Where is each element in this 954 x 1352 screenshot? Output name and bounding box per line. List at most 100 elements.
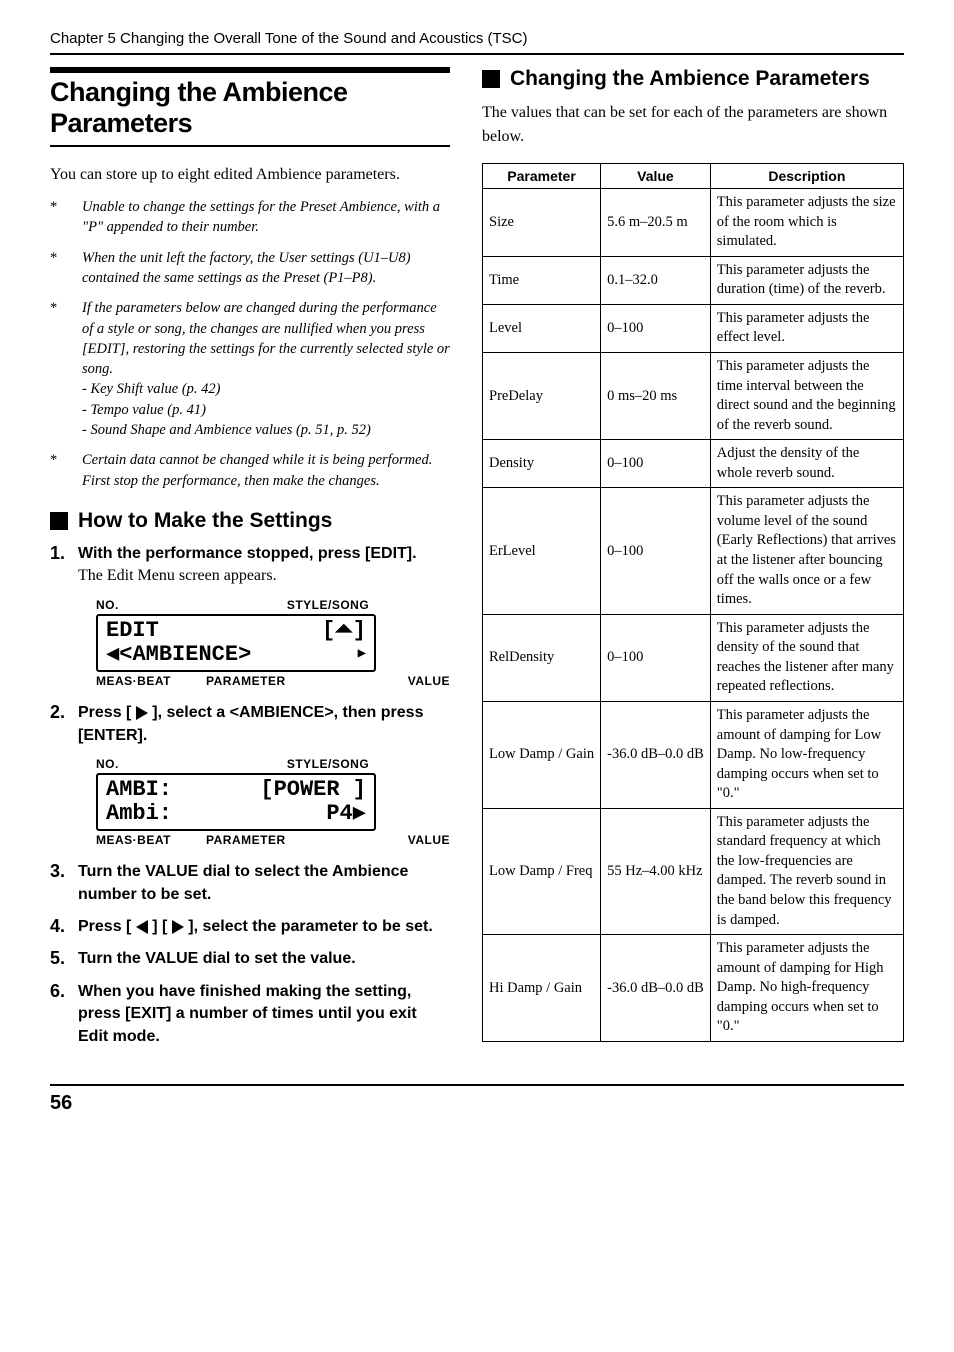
chapter-header: Chapter 5 Changing the Overall Tone of t… <box>50 30 904 47</box>
note-item: If the parameters below are changed duri… <box>50 298 450 440</box>
cell-value: 0–100 <box>601 440 711 488</box>
cell-desc: This parameter adjusts the size of the r… <box>710 189 903 257</box>
note-text: Unable to change the settings for the Pr… <box>82 199 440 235</box>
table-row: Low Damp / Gain -36.0 dB–0.0 dB This par… <box>483 701 904 808</box>
triangle-left-icon <box>136 920 148 934</box>
cell-param: Hi Damp / Gain <box>483 935 601 1042</box>
parameter-table: Parameter Value Description Size 5.6 m–2… <box>482 163 904 1042</box>
cell-desc: This parameter adjusts the density of th… <box>710 614 903 701</box>
right-heading: Changing the Ambience Parameters <box>482 67 904 91</box>
note-text: If the parameters below are changed duri… <box>82 300 450 377</box>
lcd-label-measbeat: MEAS·BEAT <box>96 833 206 847</box>
step-bold-post: ], select the parameter to be set. <box>184 918 433 935</box>
howto-heading: How to Make the Settings <box>50 509 450 533</box>
th-value: Value <box>601 164 711 189</box>
page-number: 56 <box>50 1092 72 1114</box>
right-column: Changing the Ambience Parameters The val… <box>482 67 904 1058</box>
cell-param: Level <box>483 304 601 352</box>
table-row: RelDensity 0–100 This parameter adjusts … <box>483 614 904 701</box>
cell-desc: This parameter adjusts the duration (tim… <box>710 256 903 304</box>
lcd-line2-right: P4▶ <box>326 802 366 826</box>
lcd-screen: AMBI: [POWER ] Ambi: P4▶ <box>96 773 376 831</box>
step-2: 2. Press [ ], select a <AMBIENCE>, then … <box>50 702 450 747</box>
note-item: Certain data cannot be changed while it … <box>50 450 450 491</box>
cell-param: Low Damp / Gain <box>483 701 601 808</box>
lcd-label-parameter: PARAMETER <box>206 674 306 688</box>
note-item: Unable to change the settings for the Pr… <box>50 197 450 238</box>
table-row: PreDelay 0 ms–20 ms This parameter adjus… <box>483 352 904 439</box>
step-bold-mid: ] [ <box>148 918 172 935</box>
cell-value: 0.1–32.0 <box>601 256 711 304</box>
lcd-line2-left: Ambi: <box>106 802 172 826</box>
table-row: Time 0.1–32.0 This parameter adjusts the… <box>483 256 904 304</box>
cell-desc: This parameter adjusts the amount of dam… <box>710 701 903 808</box>
lcd-screen: EDIT [⏶] ◀<AMBIENCE> ▶ <box>96 614 376 672</box>
table-row: Size 5.6 m–20.5 m This parameter adjusts… <box>483 189 904 257</box>
step-number: 6. <box>50 981 72 1003</box>
step-bold: Turn the VALUE dial to set the value. <box>78 950 356 967</box>
lcd-line1-left: EDIT <box>106 619 159 643</box>
lcd-panel-2: No. STYLE/SONG AMBI: [POWER ] Ambi: P4▶ … <box>96 757 450 847</box>
step-number: 1. <box>50 543 72 565</box>
triangle-right-icon <box>172 920 184 934</box>
step-bold-pre: Press [ <box>78 704 136 721</box>
square-bullet-icon <box>482 70 500 88</box>
note-sub: - Tempo value (p. 41) <box>82 400 450 420</box>
note-text: When the unit left the factory, the User… <box>82 250 411 286</box>
th-parameter: Parameter <box>483 164 601 189</box>
step-serif: The Edit Menu screen appears. <box>78 567 277 584</box>
cell-value: 55 Hz–4.00 kHz <box>601 808 711 934</box>
cell-param: PreDelay <box>483 352 601 439</box>
note-item: When the unit left the factory, the User… <box>50 248 450 289</box>
note-text: Certain data cannot be changed while it … <box>82 452 432 488</box>
cell-param: Size <box>483 189 601 257</box>
step-6: 6. When you have finished making the set… <box>50 981 450 1048</box>
cell-desc: This parameter adjusts the standard freq… <box>710 808 903 934</box>
step-bold: With the performance stopped, press [EDI… <box>78 545 417 562</box>
header-rule <box>50 53 904 55</box>
footer: 56 <box>50 1084 904 1115</box>
step-5: 5. Turn the VALUE dial to set the value. <box>50 948 450 970</box>
note-sub: - Sound Shape and Ambience values (p. 51… <box>82 420 450 440</box>
lcd-line1-right: [POWER ] <box>260 778 366 802</box>
right-heading-text: Changing the Ambience Parameters <box>510 67 870 91</box>
triangle-right-icon <box>136 706 148 720</box>
left-column: Changing the Ambience Parameters You can… <box>50 67 450 1058</box>
cell-desc: This parameter adjusts the volume level … <box>710 488 903 614</box>
step-number: 4. <box>50 916 72 938</box>
table-row: Hi Damp / Gain -36.0 dB–0.0 dB This para… <box>483 935 904 1042</box>
step-bold: When you have finished making the settin… <box>78 983 417 1045</box>
lcd-line1-left: AMBI: <box>106 778 172 802</box>
lcd-label-stylesong: STYLE/SONG <box>206 757 450 771</box>
step-number: 3. <box>50 861 72 883</box>
square-bullet-icon <box>50 512 68 530</box>
lcd-line2-right: ▶ <box>358 647 366 662</box>
lcd-label-value: VALUE <box>306 674 450 688</box>
lcd-label-stylesong: STYLE/SONG <box>206 598 450 612</box>
cell-desc: This parameter adjusts the amount of dam… <box>710 935 903 1042</box>
howto-heading-text: How to Make the Settings <box>78 509 332 533</box>
th-description: Description <box>710 164 903 189</box>
cell-param: ErLevel <box>483 488 601 614</box>
cell-param: RelDensity <box>483 614 601 701</box>
step-3: 3. Turn the VALUE dial to select the Amb… <box>50 861 450 906</box>
lcd-label-no: No. <box>96 598 206 612</box>
cell-value: -36.0 dB–0.0 dB <box>601 935 711 1042</box>
cell-param: Time <box>483 256 601 304</box>
step-1: 1. With the performance stopped, press [… <box>50 543 450 588</box>
lcd-line2-left: ◀<AMBIENCE> <box>106 643 251 667</box>
table-row: Density 0–100 Adjust the density of the … <box>483 440 904 488</box>
main-title: Changing the Ambience Parameters <box>50 77 450 139</box>
step-4: 4. Press [ ] [ ], select the parameter t… <box>50 916 450 938</box>
cell-value: 0–100 <box>601 614 711 701</box>
table-row: Level 0–100 This parameter adjusts the e… <box>483 304 904 352</box>
title-block: Changing the Ambience Parameters <box>50 67 450 147</box>
step-bold: Turn the VALUE dial to select the Ambien… <box>78 863 408 902</box>
step-number: 2. <box>50 702 72 724</box>
cell-param: Low Damp / Freq <box>483 808 601 934</box>
right-intro: The values that can be set for each of t… <box>482 101 904 149</box>
cell-value: 0–100 <box>601 304 711 352</box>
cell-value: 0–100 <box>601 488 711 614</box>
lcd-panel-1: No. STYLE/SONG EDIT [⏶] ◀<AMBIENCE> ▶ ME… <box>96 598 450 688</box>
notes-list: Unable to change the settings for the Pr… <box>50 197 450 491</box>
